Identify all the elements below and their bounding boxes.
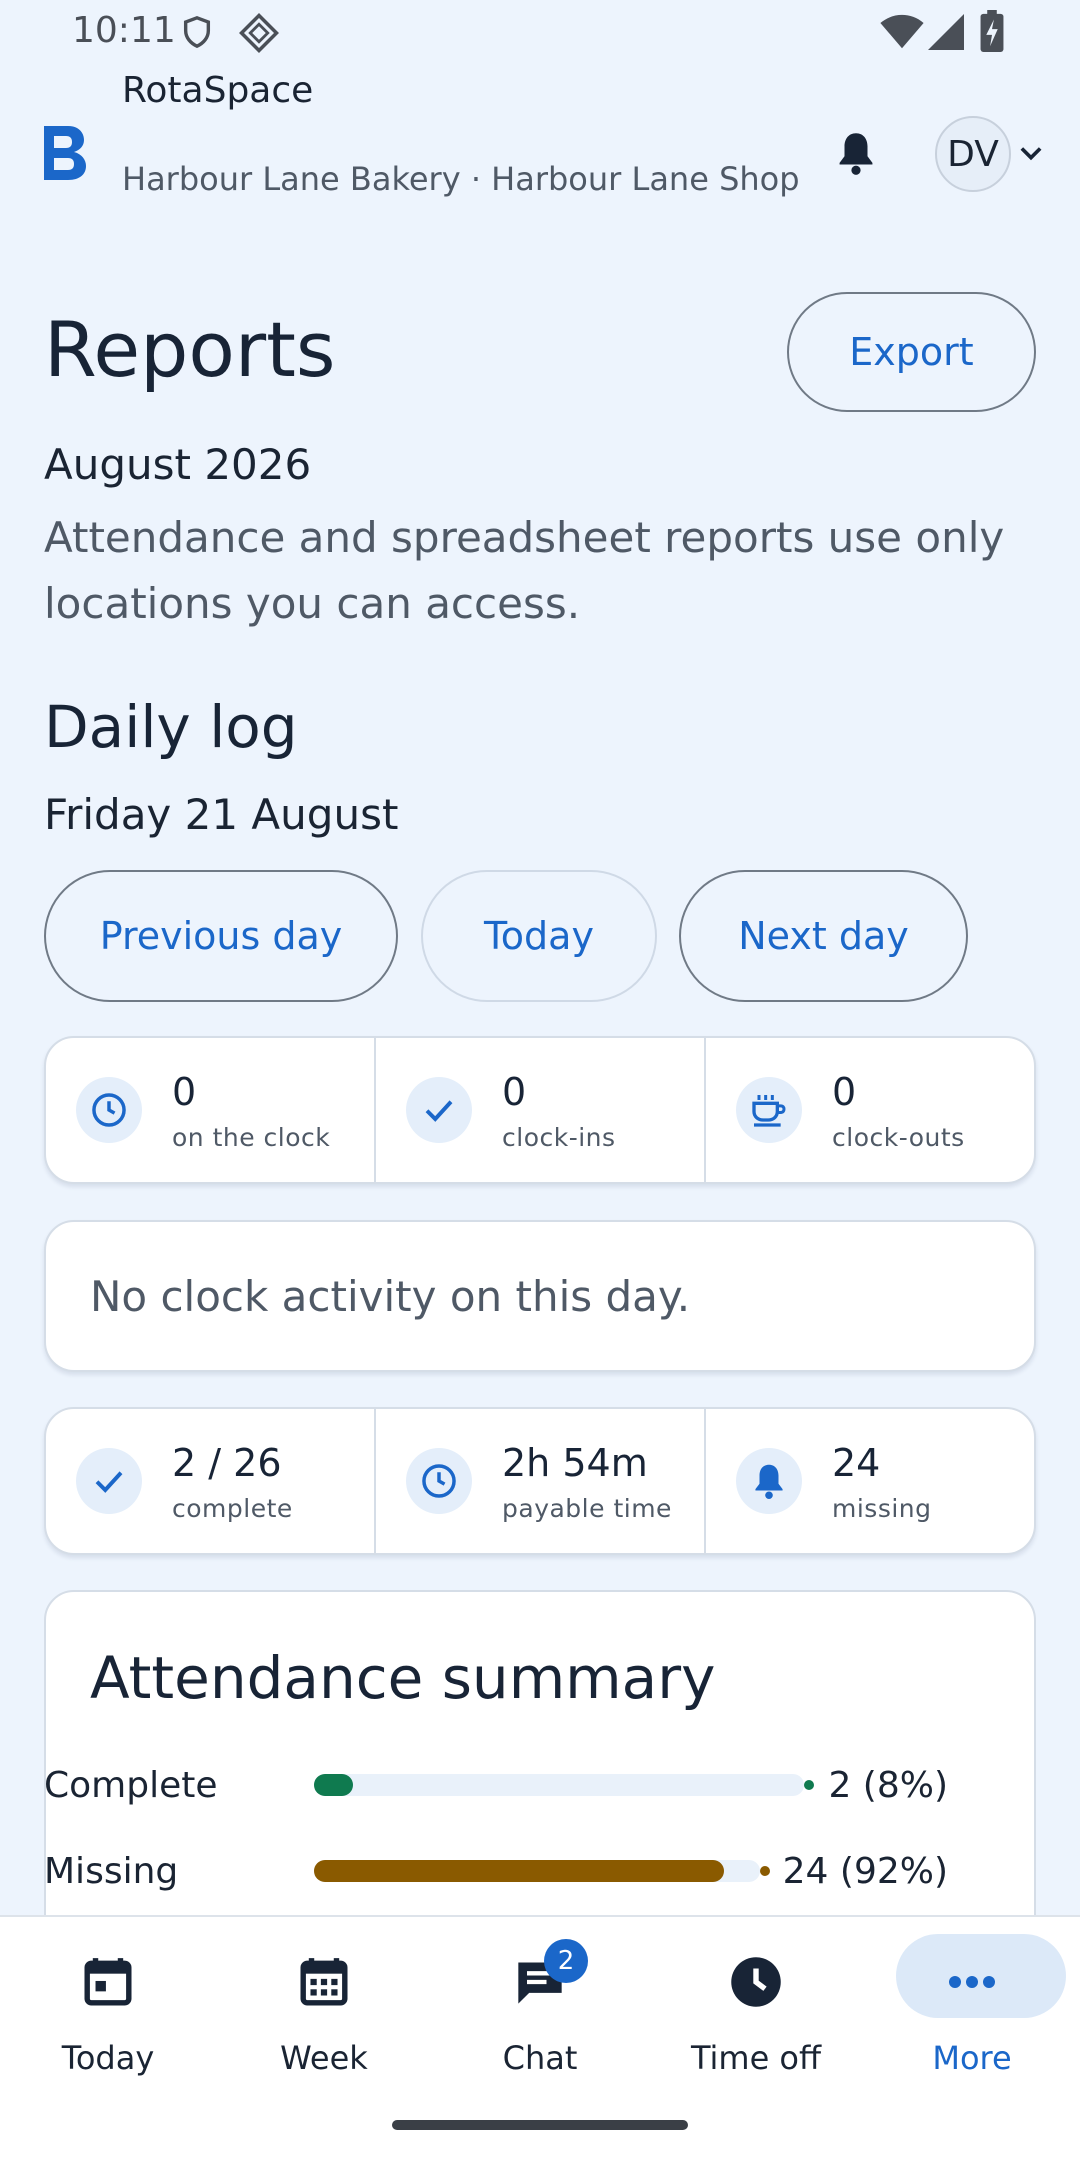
stat-clock-ins: 0 clock-ins (376, 1038, 706, 1182)
stat-payable-time: 2h 54m payable time (376, 1409, 706, 1553)
check-icon (76, 1448, 142, 1514)
stat-missing: 24 missing (706, 1409, 1034, 1553)
shield-icon (183, 16, 211, 49)
stat-label: on the clock (172, 1122, 331, 1152)
cellular-icon (928, 14, 964, 50)
stat-complete: 2 / 26 complete (46, 1409, 376, 1553)
summary-bar-track (314, 1774, 814, 1796)
nav-time-off[interactable]: Time off (648, 1917, 864, 2117)
nav-week[interactable]: Week (216, 1917, 432, 2117)
stat-value: 0 (502, 1069, 527, 1114)
chevron-down-icon[interactable] (1020, 146, 1042, 162)
more-icon (948, 1947, 996, 2017)
stat-label: payable time (502, 1493, 672, 1523)
export-button[interactable]: Export (787, 292, 1036, 412)
summary-bar-track (314, 1860, 770, 1882)
today-button[interactable]: Today (421, 870, 657, 1002)
bell-icon (736, 1448, 802, 1514)
nav-label: Time off (690, 2039, 822, 2077)
summary-row-label: Complete (44, 1764, 218, 1806)
clock-icon (76, 1077, 142, 1143)
summary-row-value: 2 (8%) (828, 1764, 948, 1806)
stat-value: 2h 54m (502, 1440, 648, 1485)
previous-day-button[interactable]: Previous day (44, 870, 398, 1002)
calendar-week-icon (299, 1947, 349, 2017)
progress-stats-card: 2 / 26 complete 2h 54m payable time 24 m… (44, 1407, 1036, 1555)
summary-row-value: 24 (92%) (782, 1850, 948, 1892)
stat-label: clock-outs (832, 1122, 965, 1152)
nav-more[interactable]: More (864, 1917, 1080, 2117)
chat-icon: 2 (514, 1939, 588, 2017)
summary-bar-fill (314, 1860, 725, 1882)
rotaspace-logo (44, 126, 86, 180)
summary-row-missing: Missing 24 (92%) (44, 1846, 948, 1896)
stat-label: clock-ins (502, 1122, 616, 1152)
next-day-button[interactable]: Next day (679, 870, 968, 1002)
nav-chat[interactable]: 2 Chat (432, 1917, 648, 2117)
notifications-bell-icon[interactable] (836, 130, 876, 176)
clock-icon (729, 1947, 783, 2017)
daily-log-date: Friday 21 August (44, 790, 399, 839)
workspace-selector[interactable]: Harbour Lane Bakery · Harbour Lane Shop (122, 160, 800, 198)
attendance-summary-title: Attendance summary (90, 1644, 716, 1712)
summary-row-label: Missing (44, 1850, 179, 1892)
nav-label: Chat (502, 2039, 578, 2077)
check-icon (406, 1077, 472, 1143)
stat-label: complete (172, 1493, 293, 1523)
app-name: RotaSpace (122, 70, 314, 111)
stat-value: 0 (832, 1069, 857, 1114)
stat-clock-outs: 0 clock-outs (706, 1038, 1034, 1182)
summary-bar-dot (804, 1780, 814, 1790)
chat-unread-badge: 2 (544, 1939, 588, 1983)
summary-bar-dot (760, 1866, 770, 1876)
coffee-icon (736, 1077, 802, 1143)
home-indicator[interactable] (392, 2120, 688, 2130)
nav-label: Week (280, 2039, 368, 2077)
avatar[interactable]: DV (935, 116, 1011, 192)
summary-bar-fill (314, 1774, 354, 1796)
diamond-icon (239, 13, 279, 53)
calendar-day-icon (83, 1947, 133, 2017)
stat-value: 2 / 26 (172, 1440, 282, 1485)
daily-log-title: Daily log (44, 693, 298, 761)
scope-note: Attendance and spreadsheet reports use o… (44, 513, 1005, 628)
page-title: Reports (44, 305, 336, 394)
wifi-icon (880, 14, 924, 49)
battery-charging-icon (980, 10, 1004, 52)
stat-on-the-clock: 0 on the clock (46, 1038, 376, 1182)
period-label: August 2026 (44, 440, 312, 489)
stat-value: 0 (172, 1069, 197, 1114)
clock-stats-card: 0 on the clock 0 clock-ins 0 clock-outs (44, 1036, 1036, 1184)
summary-row-complete: Complete 2 (8%) (44, 1760, 948, 1810)
nav-today[interactable]: Today (0, 1917, 216, 2117)
status-time: 10:11 (72, 10, 176, 51)
clock-icon (406, 1448, 472, 1514)
nav-label: Today (61, 2039, 155, 2077)
nav-label: More (932, 2039, 1012, 2077)
empty-state-message: No clock activity on this day. (44, 1220, 1036, 1372)
stat-value: 24 (832, 1440, 881, 1485)
stat-label: missing (832, 1493, 932, 1523)
